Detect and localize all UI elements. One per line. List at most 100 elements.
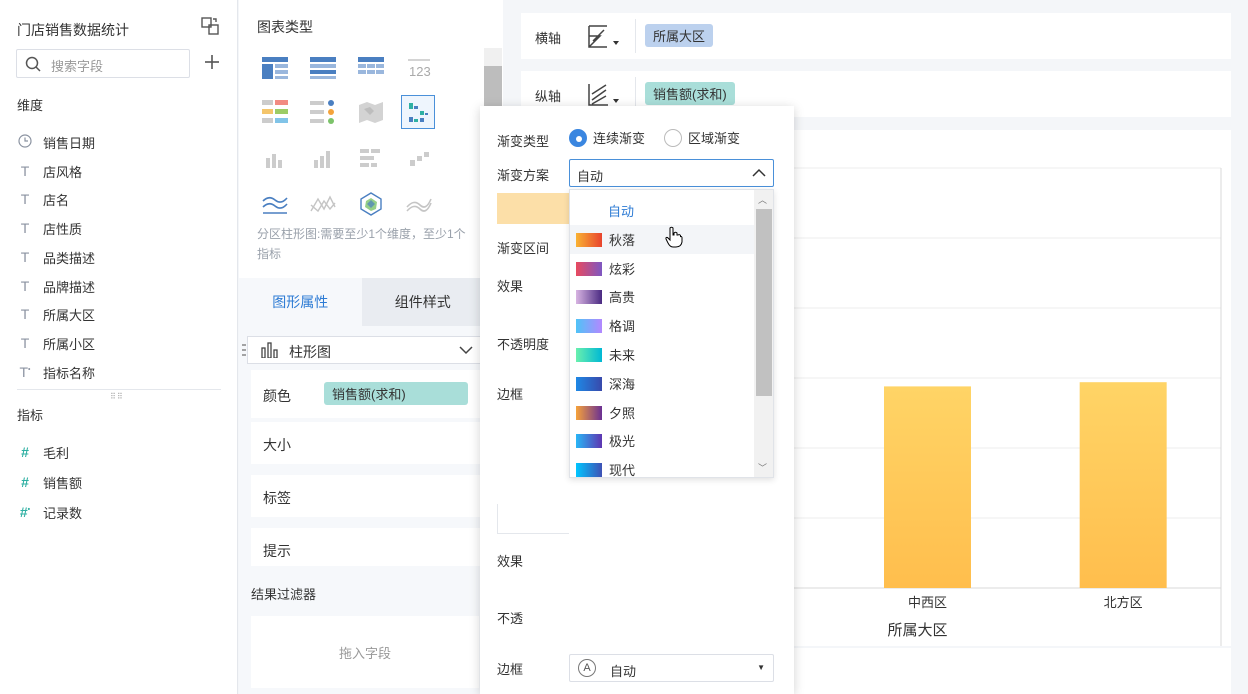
cross-table-icon[interactable] [354,51,388,85]
scheme-option-xiandai[interactable]: 现代 [570,455,755,477]
text-type-calc-icon: T• [19,364,31,380]
switch-dataset-icon[interactable] [200,16,220,36]
scheme-option-weilai[interactable]: 未来 [570,340,755,369]
chart-type-select[interactable]: 柱形图 [242,336,484,364]
border-select[interactable]: A 自动 ▼ [569,654,774,682]
scheme-option-gaogui[interactable]: 高贵 [570,282,755,311]
text-type-icon: T [20,278,30,294]
filter-drop-zone[interactable]: 拖入字段 [251,616,479,688]
drag-handle-icon[interactable] [242,343,246,357]
swatch-icon [576,376,602,391]
scheme-option-auto[interactable]: 自动 [570,196,755,225]
group-table-icon[interactable] [306,51,340,85]
scheme-option-jiguang[interactable]: 极光 [570,426,755,455]
stream-chart-icon[interactable] [402,187,436,221]
chart-type-section: 图表类型 123 分区柱形图:需要至少1个维度，至少1个指标 [239,0,503,278]
caret-down-icon: ▼ [757,663,765,672]
dimension-item-metric-name[interactable]: T• 指标名称 [17,361,95,383]
search-field[interactable]: 搜索字段 [16,49,190,78]
tab-component-style[interactable]: 组件样式 [361,278,484,326]
scheme-option-xizhao[interactable]: 夕照 [570,398,755,427]
tab-graphic-properties[interactable]: 图形属性 [239,278,362,326]
bar-type-icon [261,342,278,358]
measure-group-label: 指标 [17,408,44,423]
dimension-item-brand[interactable]: T 品牌描述 [17,275,95,297]
area-line-chart-icon[interactable] [258,187,292,221]
svg-text:123: 123 [409,64,431,79]
dimension-group-label: 维度 [17,98,44,113]
waterfall-chart-icon[interactable] [402,141,436,175]
range-area [497,504,569,534]
gradient-scheme-value: 自动 [577,169,604,184]
color-table-icon[interactable] [258,95,292,129]
add-field-icon[interactable] [202,52,222,72]
scroll-up-icon[interactable]: ︿ [758,193,767,206]
border-label: 边框 [497,387,524,402]
prop-tooltip-row[interactable]: 提示 [251,528,484,566]
effect-label-2: 效果 [497,554,524,569]
dataset-title: 门店销售数据统计 [17,22,129,38]
text-type-icon: T [20,163,30,179]
y-axis-field-pill[interactable]: 销售额(求和) [645,82,735,105]
dimension-item-region[interactable]: T 所属大区 [17,303,95,325]
prop-label-row[interactable]: 标签 [251,475,484,517]
horizontal-bar-icon[interactable] [354,141,388,175]
gradient-scheme-select[interactable]: 自动 [569,159,774,187]
swatch-icon [576,433,602,448]
radar-chart-icon[interactable] [354,187,388,221]
dropdown-scrollbar[interactable]: ︿ ﹀ [754,190,773,477]
chart-config-panel: 图表类型 123 分区柱形图:需要至少1个维度，至少1个指标 图形属性 组件样式… [239,0,503,694]
x-axis-bar: 横轴 所属大区 [521,13,1231,59]
region-bar-chart-icon[interactable] [401,95,435,129]
search-icon [25,56,41,72]
prop-tooltip-label: 提示 [263,543,291,559]
border-value: 自动 [610,664,637,679]
border-label-2: 边框 [497,662,524,677]
y-axis-label: 纵轴 [535,89,562,104]
x-axis-field-pill[interactable]: 所属大区 [645,24,714,47]
measure-item-gross-profit[interactable]: # 毛利 [17,441,69,463]
resize-grip-icon[interactable]: ⠿⠿ [110,392,124,401]
bar-chart-icon[interactable] [306,141,340,175]
x-tick-label: 中西区 [908,595,947,610]
radio-region-gradient[interactable]: 区域渐变 [664,128,740,147]
scheme-option-gediao[interactable]: 格调 [570,311,755,340]
color-field-pill[interactable]: 销售额(求和) [324,382,468,405]
line-chart-icon[interactable] [306,187,340,221]
chart-type-description: 分区柱形图:需要至少1个维度，至少1个指标 [257,227,466,261]
prop-color-row[interactable]: 颜色 销售额(求和) [251,370,484,418]
dimension-item-store-nature[interactable]: T 店性质 [17,217,82,239]
bar-2[interactable] [1079,382,1167,588]
hash-calc-icon: #• [19,504,31,520]
map-chart-icon[interactable] [354,95,388,129]
dropdown-scroll-thumb[interactable] [756,209,772,396]
kpi-number-icon[interactable]: 123 [402,51,436,85]
swatch-icon [576,405,602,420]
dimension-item-category[interactable]: T 品类描述 [17,246,95,268]
dimension-item-store-name[interactable]: T 店名 [17,188,69,210]
measure-item-sales[interactable]: # 销售额 [17,471,82,493]
scroll-down-icon[interactable]: ﹀ [758,461,767,474]
y-axis-sort-icon[interactable] [586,82,622,108]
x-axis-sort-icon[interactable] [586,24,622,50]
bar-1[interactable] [884,386,971,588]
scheme-option-shenhai[interactable]: 深海 [570,369,755,398]
hand-cursor-icon [665,226,683,248]
gradient-preview [497,193,569,224]
prop-label-label: 标签 [263,490,291,506]
dimension-item-sales-date[interactable]: 销售日期 [17,131,95,153]
auto-a-icon: A [578,659,596,677]
measure-item-record-count[interactable]: #• 记录数 [17,501,82,523]
dimension-item-subregion[interactable]: T 所属小区 [17,332,95,354]
table-chart-icon[interactable] [258,51,292,85]
scheme-option-xuancai[interactable]: 炫彩 [570,254,755,283]
chart-type-value: 柱形图 [289,344,331,360]
dimension-item-store-style[interactable]: T 店风格 [17,160,82,182]
search-placeholder: 搜索字段 [51,59,104,74]
radio-continuous-gradient[interactable]: 连续渐变 [569,128,645,147]
dot-table-icon[interactable] [306,95,340,129]
scheme-option-qiuluo[interactable]: 秋落 [570,225,755,254]
field-panel: 门店销售数据统计 搜索字段 维度 销售日期 T 店风格 T 店名 T 店性质 T… [0,0,238,694]
stacked-bar-icon[interactable] [258,141,292,175]
prop-size-row[interactable]: 大小 [251,422,484,464]
